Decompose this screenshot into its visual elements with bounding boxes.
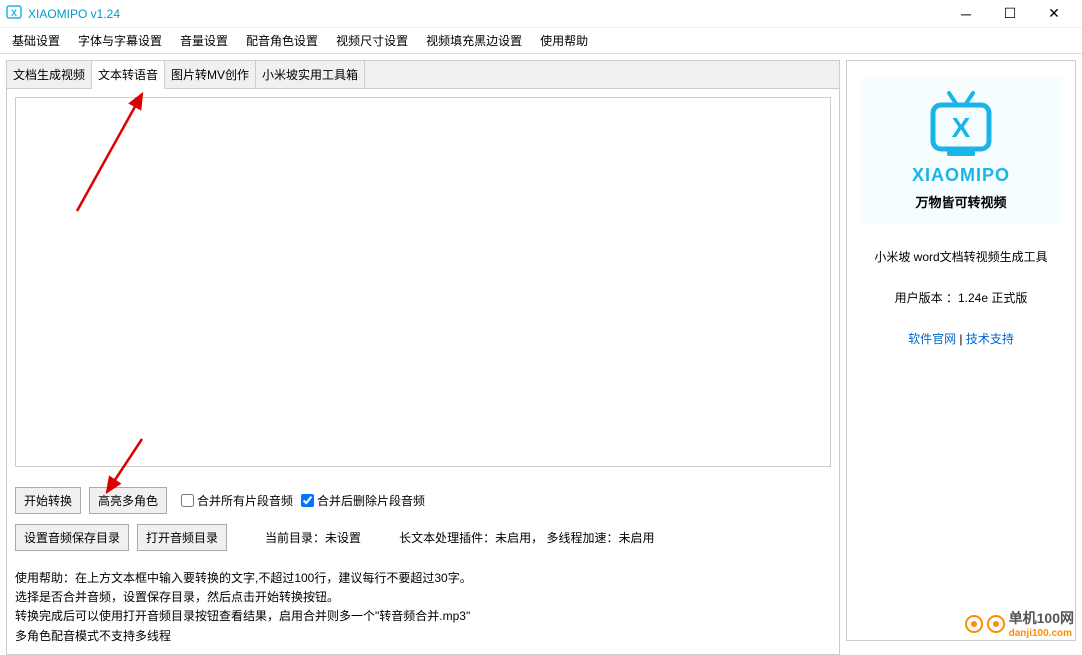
start-convert-button[interactable]: 开始转换 [15, 487, 81, 514]
watermark-text-top: 单机100网 [1009, 608, 1074, 628]
delete-after-merge-label: 合并后删除片段音频 [317, 492, 425, 509]
help-line-2: 选择是否合并音频，设置保存目录，然后点击开始转换按钮。 [15, 588, 831, 607]
menu-volume-settings[interactable]: 音量设置 [172, 28, 236, 53]
help-line-3: 转换完成后可以使用打开音频目录按钮查看结果，启用合并则多一个"转音频合并.mp3… [15, 607, 831, 626]
tech-support-link[interactable]: 技术支持 [966, 332, 1014, 346]
close-button[interactable]: ✕ [1032, 0, 1076, 28]
delete-after-merge-checkbox[interactable] [301, 494, 314, 507]
watermark: 单机100网 danji100.com [965, 608, 1074, 639]
svg-text:X: X [952, 112, 971, 143]
current-dir-status: 当前目录：未设置 [265, 529, 361, 546]
minimize-button[interactable]: ─ [944, 0, 988, 28]
logo-tagline: 万物皆可转视频 [869, 192, 1053, 211]
merge-all-checkbox[interactable] [181, 494, 194, 507]
window-title: XIAOMIPO v1.24 [28, 7, 944, 21]
menu-font-subtitle-settings[interactable]: 字体与字幕设置 [70, 28, 170, 53]
watermark-text-bottom: danji100.com [1009, 628, 1074, 639]
logo-box: X XIAOMIPO 万物皆可转视频 [861, 77, 1061, 225]
watermark-icon [965, 615, 983, 633]
set-audio-dir-button[interactable]: 设置音频保存目录 [15, 524, 129, 551]
open-audio-dir-button[interactable]: 打开音频目录 [137, 524, 227, 551]
official-site-link[interactable]: 软件官网 [908, 332, 956, 346]
help-line-1: 使用帮助：在上方文本框中输入要转换的文字,不超过100行，建议每行不要超过30字… [15, 569, 831, 588]
logo-icon: X [925, 91, 997, 157]
main-panel: 文档生成视频 文本转语音 图片转MV创作 小米坡实用工具箱 [0, 54, 846, 647]
menu-video-fill-black-settings[interactable]: 视频填充黑边设置 [418, 28, 530, 53]
maximize-button[interactable]: ☐ [988, 0, 1032, 28]
svg-text:X: X [11, 8, 17, 18]
menu-basic-settings[interactable]: 基础设置 [4, 28, 68, 53]
watermark-icon [987, 615, 1005, 633]
sidebar: X XIAOMIPO 万物皆可转视频 小米坡 word文档转视频生成工具 用户版… [846, 60, 1076, 641]
tab-header: 文档生成视频 文本转语音 图片转MV创作 小米坡实用工具箱 [7, 61, 839, 89]
merge-all-checkbox-wrap[interactable]: 合并所有片段音频 [181, 492, 293, 509]
menu-bar: 基础设置 字体与字幕设置 音量设置 配音角色设置 视频尺寸设置 视频填充黑边设置… [0, 28, 1082, 54]
logo-brand-text: XIAOMIPO [869, 165, 1053, 186]
plugin-status: 长文本处理插件：未启用， 多线程加速：未启用 [399, 529, 654, 546]
title-bar: X XIAOMIPO v1.24 ─ ☐ ✕ [0, 0, 1082, 28]
app-icon: X [6, 4, 28, 23]
tab-text-to-speech[interactable]: 文本转语音 [92, 61, 165, 89]
help-text: 使用帮助：在上方文本框中输入要转换的文字,不超过100行，建议每行不要超过30字… [15, 569, 831, 646]
menu-help[interactable]: 使用帮助 [532, 28, 596, 53]
tab-image-to-mv[interactable]: 图片转MV创作 [165, 61, 256, 89]
app-description: 小米坡 word文档转视频生成工具 [853, 243, 1069, 272]
menu-video-size-settings[interactable]: 视频尺寸设置 [328, 28, 416, 53]
menu-voice-role-settings[interactable]: 配音角色设置 [238, 28, 326, 53]
window-controls: ─ ☐ ✕ [944, 0, 1076, 28]
highlight-roles-button[interactable]: 高亮多角色 [89, 487, 167, 514]
delete-after-merge-checkbox-wrap[interactable]: 合并后删除片段音频 [301, 492, 425, 509]
help-line-4: 多角色配音模式不支持多线程 [15, 627, 831, 646]
text-input[interactable] [15, 97, 831, 467]
merge-all-label: 合并所有片段音频 [197, 492, 293, 509]
tab-doc-to-video[interactable]: 文档生成视频 [7, 61, 92, 89]
version-info: 用户版本 ：1.24e 正式版 [853, 284, 1069, 313]
tab-toolbox[interactable]: 小米坡实用工具箱 [256, 61, 365, 89]
